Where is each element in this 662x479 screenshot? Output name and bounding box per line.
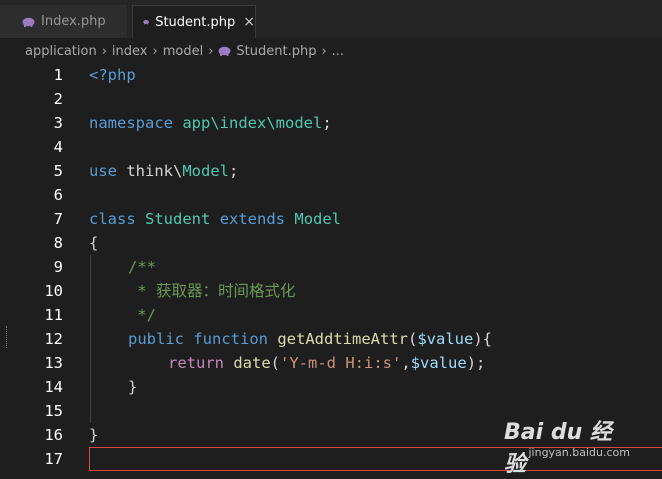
code-line-9: 9 /**: [0, 255, 662, 279]
brace: }: [128, 378, 138, 396]
php-elephant-icon: [22, 17, 35, 27]
namespace-path: think\: [126, 162, 183, 180]
class-name: Model: [182, 162, 230, 180]
line-number: 9: [53, 258, 63, 276]
semicolon: ;: [229, 162, 239, 180]
string-literal: 'Y-m-d H:i:s': [280, 354, 402, 372]
code-line-10: 10 * 获取器：时间格式化: [0, 279, 662, 303]
keyword: extends: [219, 210, 286, 228]
comment: /**: [128, 258, 156, 276]
code-line-5: 5 use think\Model;: [0, 159, 662, 183]
chevron-right-icon: ›: [152, 43, 158, 59]
tab-label: Student.php: [155, 14, 236, 30]
keyword: namespace: [89, 114, 173, 132]
code-line-7: 7 class Student extends Model: [0, 207, 662, 231]
line-number: 3: [53, 114, 63, 132]
code-line-4: 4: [0, 135, 662, 159]
function-name: getAddtimeAttr: [277, 330, 408, 348]
line-number: 10: [44, 282, 63, 300]
line-number: 5: [53, 162, 63, 180]
comment: * 获取器：时间格式化: [128, 282, 296, 300]
code-line-14: 14 }: [0, 375, 662, 399]
php-elephant-icon: [218, 46, 231, 56]
semicolon: ;: [322, 114, 332, 132]
code-line-12: 12 public function getAddtimeAttr($value…: [0, 327, 662, 351]
code-line-6: 6: [0, 183, 662, 207]
breadcrumb-item-application[interactable]: application: [25, 44, 97, 59]
line-number: 1: [53, 66, 63, 84]
keyword: public: [128, 330, 184, 348]
php-elephant-icon: [143, 19, 149, 25]
keyword: use: [89, 162, 117, 180]
paren: );: [466, 354, 486, 372]
line-number: 15: [44, 402, 63, 420]
paren: (: [408, 330, 418, 348]
brace: {: [89, 234, 99, 252]
comment: */: [128, 306, 156, 324]
brace: }: [89, 426, 99, 444]
paren: ){: [473, 330, 493, 348]
function-name: date: [233, 354, 271, 372]
variable: $value: [417, 330, 474, 348]
line-number: 12: [44, 330, 63, 348]
paren: (: [270, 354, 281, 372]
editor-tab-bar: Index.php Student.php ×: [0, 0, 662, 39]
code-line-13: 13 return date('Y-m-d H:i:s',$value);: [0, 351, 662, 375]
breadcrumb-item-index[interactable]: index: [112, 44, 148, 59]
close-icon[interactable]: ×: [243, 15, 255, 29]
line-number: 6: [53, 186, 63, 204]
tab-index-php[interactable]: Index.php: [0, 5, 128, 38]
tab-label: Index.php: [41, 14, 106, 29]
comma: ,: [401, 354, 411, 372]
class-name: Student: [145, 210, 211, 228]
line-number: 11: [44, 306, 63, 324]
breadcrumb: application › index › model › Student.ph…: [0, 39, 662, 63]
code-line-11: 11 */: [0, 303, 662, 327]
line-number: 16: [44, 426, 63, 444]
line-number: 7: [53, 210, 63, 228]
code-line-2: 2: [0, 87, 662, 111]
line-number: 17: [44, 450, 63, 468]
line-number: 2: [53, 90, 63, 108]
chevron-right-icon: ›: [208, 43, 214, 59]
class-name: Model: [294, 210, 342, 228]
chevron-right-icon: ›: [321, 43, 327, 59]
line-number: 8: [53, 234, 63, 252]
breadcrumb-item-model[interactable]: model: [163, 44, 203, 59]
code-line-1: 1 <?php: [0, 63, 662, 87]
line-number: 4: [53, 138, 63, 156]
chevron-right-icon: ›: [101, 43, 107, 59]
variable: $value: [410, 354, 467, 372]
keyword: return: [168, 354, 224, 372]
breadcrumb-item-file[interactable]: Student.php: [236, 44, 316, 59]
code-line-3: 3 namespace app\index\model;: [0, 111, 662, 135]
tab-student-php[interactable]: Student.php ×: [132, 5, 256, 38]
keyword: class: [89, 210, 136, 228]
line-number: 14: [44, 378, 63, 396]
namespace-path: app\index\model: [182, 114, 323, 132]
keyword: function: [193, 330, 268, 348]
watermark-url: jingyan.baidu.com: [528, 446, 630, 459]
php-open-tag: <?php: [89, 66, 136, 84]
line-number: 13: [44, 354, 63, 372]
code-line-8: 8 {: [0, 231, 662, 255]
baidu-jingyan-watermark: Bai du 经验 jingyan.baidu.com: [504, 408, 634, 477]
breadcrumb-item-more[interactable]: ...: [332, 44, 344, 59]
